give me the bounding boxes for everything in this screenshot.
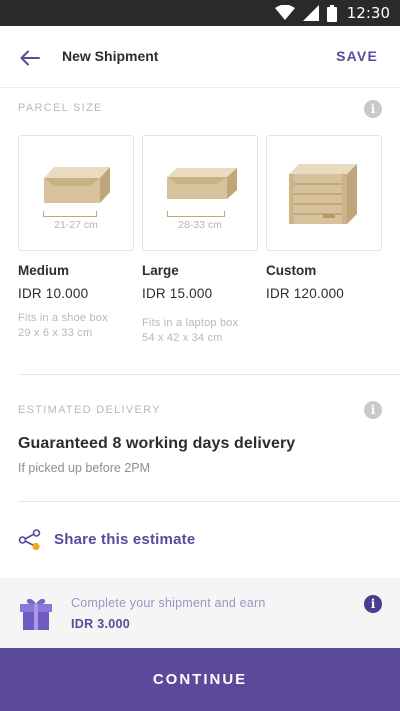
- estimated-delivery-label: ESTIMATED DELIVERY: [18, 404, 161, 416]
- size-measure-line: [167, 211, 225, 217]
- cellular-signal-icon: [302, 5, 319, 21]
- option-price-custom: IDR 120.000: [266, 286, 344, 301]
- share-estimate-label: Share this estimate: [54, 531, 196, 548]
- battery-icon: [326, 4, 337, 22]
- option-desc-medium: Fits in a shoe box 29 x 6 x 33 cm: [18, 311, 108, 341]
- promo-text: Complete your shipment and earn: [71, 596, 266, 610]
- arrow-back-icon: [20, 50, 40, 66]
- share-estimate-button[interactable]: Share this estimate: [0, 514, 400, 564]
- size-measure-label: 21-27 cm: [54, 219, 98, 231]
- promo-banner: Complete your shipment and earn IDR 3.00…: [0, 578, 400, 648]
- divider: [18, 374, 400, 375]
- divider: [18, 501, 400, 502]
- option-price-medium: IDR 10.000: [18, 286, 89, 301]
- option-desc-line: Fits in a laptop box: [142, 317, 239, 329]
- status-time: 12:30: [346, 4, 390, 22]
- parcel-size-label: PARCEL SIZE: [18, 102, 103, 114]
- option-price-large: IDR 15.000: [142, 286, 213, 301]
- parcel-card-custom[interactable]: [266, 135, 382, 251]
- app-bar: New Shipment SAVE: [0, 26, 400, 88]
- parcel-card-medium[interactable]: 21-27 cm: [18, 135, 134, 251]
- size-measure-label: 28-33 cm: [178, 219, 222, 231]
- delivery-info-icon[interactable]: i: [364, 401, 382, 419]
- promo-info-icon[interactable]: i: [364, 595, 382, 613]
- wooden-crate-icon: [289, 164, 357, 224]
- option-name-custom: Custom: [266, 263, 317, 278]
- gift-icon: [20, 598, 52, 630]
- wifi-icon: [274, 5, 295, 20]
- save-button[interactable]: SAVE: [336, 48, 378, 64]
- delivery-subtitle: If picked up before 2PM: [18, 461, 151, 475]
- flat-box-icon: [167, 168, 237, 199]
- option-desc-line: Fits in a shoe box: [18, 312, 108, 324]
- parcel-size-info-icon[interactable]: i: [364, 100, 382, 118]
- parcel-card-large[interactable]: 28-33 cm: [142, 135, 258, 251]
- option-name-medium: Medium: [18, 263, 70, 278]
- size-measure-line: [43, 211, 97, 217]
- flat-box-icon: [44, 167, 110, 203]
- status-bar: 12:30: [0, 0, 400, 26]
- option-dimensions: 29 x 6 x 33 cm: [18, 327, 93, 339]
- option-name-large: Large: [142, 263, 179, 278]
- option-dimensions: 54 x 42 x 34 cm: [142, 332, 223, 344]
- share-icon: [18, 529, 41, 551]
- option-desc-large: Fits in a laptop box 54 x 42 x 34 cm: [142, 316, 238, 346]
- back-button[interactable]: [18, 46, 42, 70]
- promo-amount: IDR 3.000: [71, 617, 130, 631]
- continue-button[interactable]: CONTINUE: [0, 648, 400, 711]
- delivery-title: Guaranteed 8 working days delivery: [18, 435, 296, 452]
- page-title: New Shipment: [62, 48, 159, 64]
